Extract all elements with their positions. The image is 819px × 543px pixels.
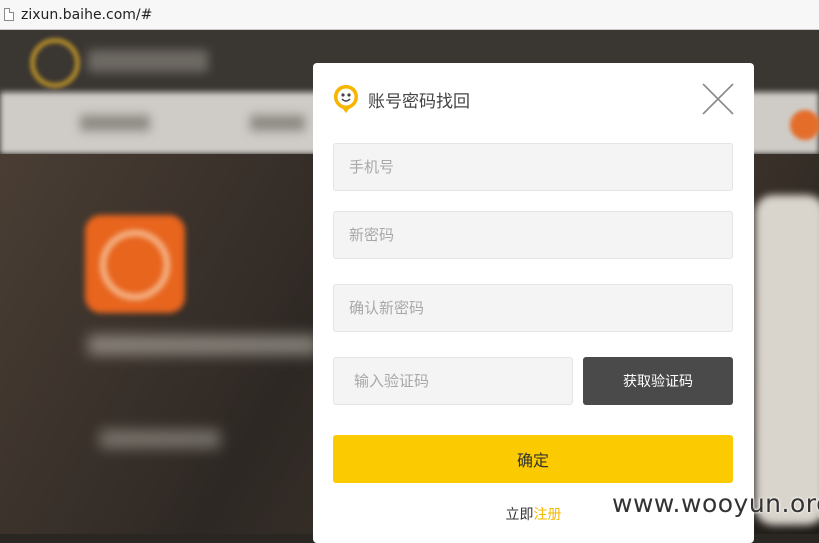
page-icon	[4, 8, 14, 21]
register-prefix: 立即	[505, 507, 534, 523]
background-badge	[790, 110, 819, 140]
modal-title: 账号密码找回	[368, 91, 470, 112]
watermark-text: www.wooyun.org	[612, 489, 819, 518]
address-bar[interactable]: zixun.baihe.com/#	[0, 0, 819, 30]
background-phone-image	[755, 195, 819, 525]
background-text	[100, 430, 220, 448]
background-logo-text	[88, 50, 208, 72]
close-icon[interactable]	[700, 81, 736, 117]
background-nav-item	[250, 115, 305, 131]
password-recovery-modal: 账号密码找回 获取验证码 确定 立即注册	[313, 63, 754, 543]
background-nav-item	[80, 115, 150, 131]
get-code-button[interactable]: 获取验证码	[583, 357, 733, 405]
modal-header: 账号密码找回	[333, 83, 470, 115]
smile-logo-icon	[334, 85, 358, 113]
register-link[interactable]: 注册	[534, 507, 562, 523]
background-logo-icon	[30, 38, 80, 88]
confirm-button[interactable]: 确定	[333, 435, 733, 483]
confirm-password-input[interactable]	[333, 284, 733, 332]
new-password-input[interactable]	[333, 211, 733, 259]
background-text	[88, 335, 318, 355]
phone-input[interactable]	[333, 143, 733, 191]
background-app-ring	[100, 230, 170, 300]
verification-code-input[interactable]	[333, 357, 573, 405]
url-text[interactable]: zixun.baihe.com/#	[21, 7, 152, 23]
